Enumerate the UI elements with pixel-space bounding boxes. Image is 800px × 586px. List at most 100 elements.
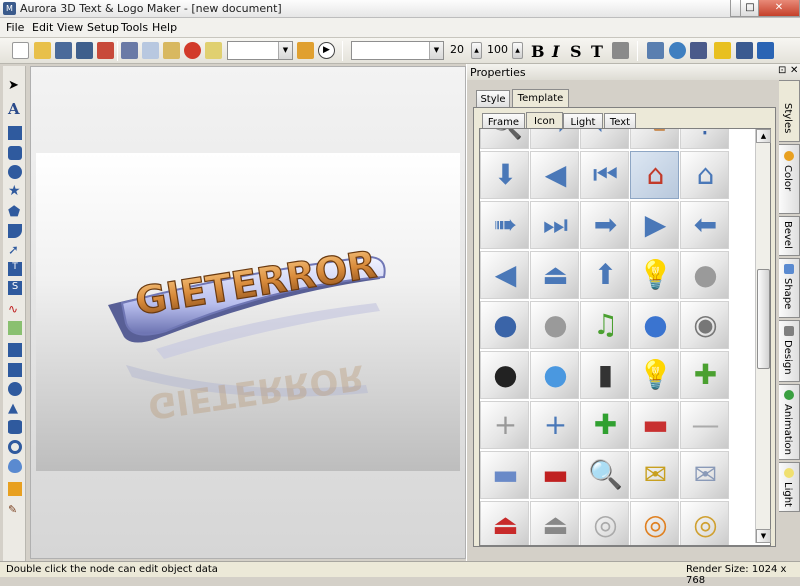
bold-button[interactable]: B	[531, 42, 545, 61]
menu-tools[interactable]: Tools	[121, 21, 148, 34]
side-tab-color[interactable]: Color	[779, 144, 800, 214]
icon-template-cell[interactable]: ➡	[580, 201, 629, 249]
view-icon[interactable]	[647, 42, 664, 59]
icon-template-cell[interactable]: ●	[530, 301, 579, 349]
strike-button[interactable]: S	[570, 42, 582, 61]
icon-template-cell[interactable]: ◎	[630, 501, 679, 545]
color-icon[interactable]	[757, 42, 774, 59]
close-button[interactable]: ✕	[758, 0, 800, 17]
arrow-tool-icon[interactable]: ➚	[8, 243, 22, 258]
torus-icon[interactable]	[8, 440, 22, 454]
rectangle-icon[interactable]	[8, 126, 22, 140]
scroll-thumb[interactable]	[757, 269, 770, 369]
icon-template-cell[interactable]: ▶	[630, 201, 679, 249]
side-tab-light[interactable]: Light	[779, 462, 800, 512]
text-style-button[interactable]: T	[591, 42, 603, 61]
pentagon-icon[interactable]: ⬟	[8, 204, 22, 220]
icon-template-cell[interactable]: ☚	[630, 129, 679, 149]
cut-icon[interactable]	[121, 42, 138, 59]
curve-icon[interactable]: ∿	[8, 302, 22, 316]
icon-template-cell[interactable]: ✚	[680, 351, 729, 399]
icon-template-cell[interactable]: ⬇	[480, 151, 529, 199]
brush-icon[interactable]	[205, 42, 222, 59]
icon-template-cell[interactable]: ➡	[530, 129, 579, 149]
brush-tool-icon[interactable]: ✎	[8, 503, 22, 517]
icon-template-cell[interactable]: +	[480, 401, 529, 449]
pin-icon[interactable]: ⊡	[778, 65, 786, 76]
icon-template-cell[interactable]: ●	[530, 351, 579, 399]
icon-template-cell[interactable]: ⬅	[680, 201, 729, 249]
side-tab-animation[interactable]: Animation	[779, 384, 800, 460]
tab-style[interactable]: Style	[476, 90, 510, 108]
logo-render[interactable]: GIETERROR GIETERROR	[36, 153, 460, 471]
open-icon[interactable]	[34, 42, 51, 59]
icon-template-cell[interactable]: ▬	[630, 401, 679, 449]
gallery-scrollbar[interactable]: ▲ ▼	[755, 129, 771, 543]
icon-template-cell[interactable]: ⏮	[580, 151, 629, 199]
icon-template-cell[interactable]: 🔍	[480, 129, 529, 149]
new-icon[interactable]	[12, 42, 29, 59]
cone-icon[interactable]: ▲	[8, 401, 22, 416]
shade-icon[interactable]	[736, 42, 753, 59]
scroll-down-button[interactable]: ▼	[756, 529, 771, 543]
icon-template-cell[interactable]: ◀	[530, 151, 579, 199]
tab-template[interactable]: Template	[512, 89, 569, 108]
panel-close-icon[interactable]: ✕	[790, 65, 798, 76]
icon-template-cell[interactable]: 🔍	[580, 451, 629, 499]
icon-template-cell[interactable]: ◎	[680, 501, 729, 545]
icon-template-cell[interactable]: ▬	[530, 451, 579, 499]
icon-template-cell[interactable]: ?	[680, 129, 729, 149]
text-tool-icon[interactable]: A	[8, 100, 22, 118]
export-icon[interactable]	[97, 42, 114, 59]
icon-template-cell[interactable]: ✉	[630, 451, 679, 499]
s-shape-icon[interactable]: S	[8, 281, 22, 295]
side-tab-design[interactable]: Design	[779, 320, 800, 382]
font-size-value[interactable]: 20	[450, 43, 464, 56]
icon-template-cell[interactable]: ✉	[680, 451, 729, 499]
text-box-icon[interactable]: T	[8, 262, 22, 276]
icon-template-cell[interactable]: ●	[480, 351, 529, 399]
light-icon[interactable]	[714, 42, 731, 59]
side-tab-styles[interactable]: Styles	[779, 80, 800, 142]
icon-template-cell[interactable]: ⏭	[530, 201, 579, 249]
scene-view[interactable]: GIETERROR GIETERROR	[36, 153, 460, 471]
icon-template-cell[interactable]: ♫	[580, 301, 629, 349]
icon-template-cell[interactable]: ●	[630, 301, 679, 349]
icon-template-cell[interactable]: ◎	[580, 501, 629, 545]
icon-template-cell[interactable]: ●	[480, 301, 529, 349]
zoom-value[interactable]: 100	[487, 43, 508, 56]
egg-icon[interactable]	[8, 459, 22, 473]
cylinder-icon[interactable]	[690, 42, 707, 59]
icon-template-cell[interactable]: ⏏	[480, 501, 529, 545]
icon-template-cell[interactable]: ➠	[480, 201, 529, 249]
ellipse-icon[interactable]	[8, 165, 22, 179]
maximize-button[interactable]: □	[740, 0, 760, 17]
image-tool-icon[interactable]	[8, 482, 22, 496]
paste-icon[interactable]	[163, 42, 180, 59]
icon-template-cell[interactable]: +	[530, 401, 579, 449]
cylinder-tool-icon[interactable]	[8, 420, 22, 434]
icon-template-cell[interactable]: ✚	[580, 401, 629, 449]
box-icon[interactable]	[8, 363, 22, 377]
icon-template-cell[interactable]: ◉	[680, 301, 729, 349]
icon-template-cell[interactable]: ⌂	[680, 151, 729, 199]
icon-template-cell[interactable]: ⏏	[530, 501, 579, 545]
play-icon[interactable]: ▶	[318, 42, 335, 59]
icon-template-cell[interactable]: ●	[680, 251, 729, 299]
delete-icon[interactable]	[184, 42, 201, 59]
side-tab-bevel[interactable]: Bevel	[779, 216, 800, 256]
save-icon[interactable]	[55, 42, 72, 59]
menu-edit[interactable]: Edit	[32, 21, 53, 34]
italic-button[interactable]: I	[552, 42, 559, 61]
zoom-spinner[interactable]: ▲	[512, 42, 523, 59]
icon-template-cell[interactable]: 💡	[630, 251, 679, 299]
cube-icon[interactable]	[8, 343, 22, 357]
icon-template-cell[interactable]: 💡	[630, 351, 679, 399]
save-as-icon[interactable]	[76, 42, 93, 59]
style-select[interactable]: ▼	[227, 41, 293, 60]
pen-icon[interactable]	[297, 42, 314, 59]
icon-template-cell[interactable]: —	[680, 401, 729, 449]
menu-file[interactable]: File	[6, 21, 24, 34]
shape-icon[interactable]	[8, 224, 22, 238]
copy-icon[interactable]	[142, 42, 159, 59]
